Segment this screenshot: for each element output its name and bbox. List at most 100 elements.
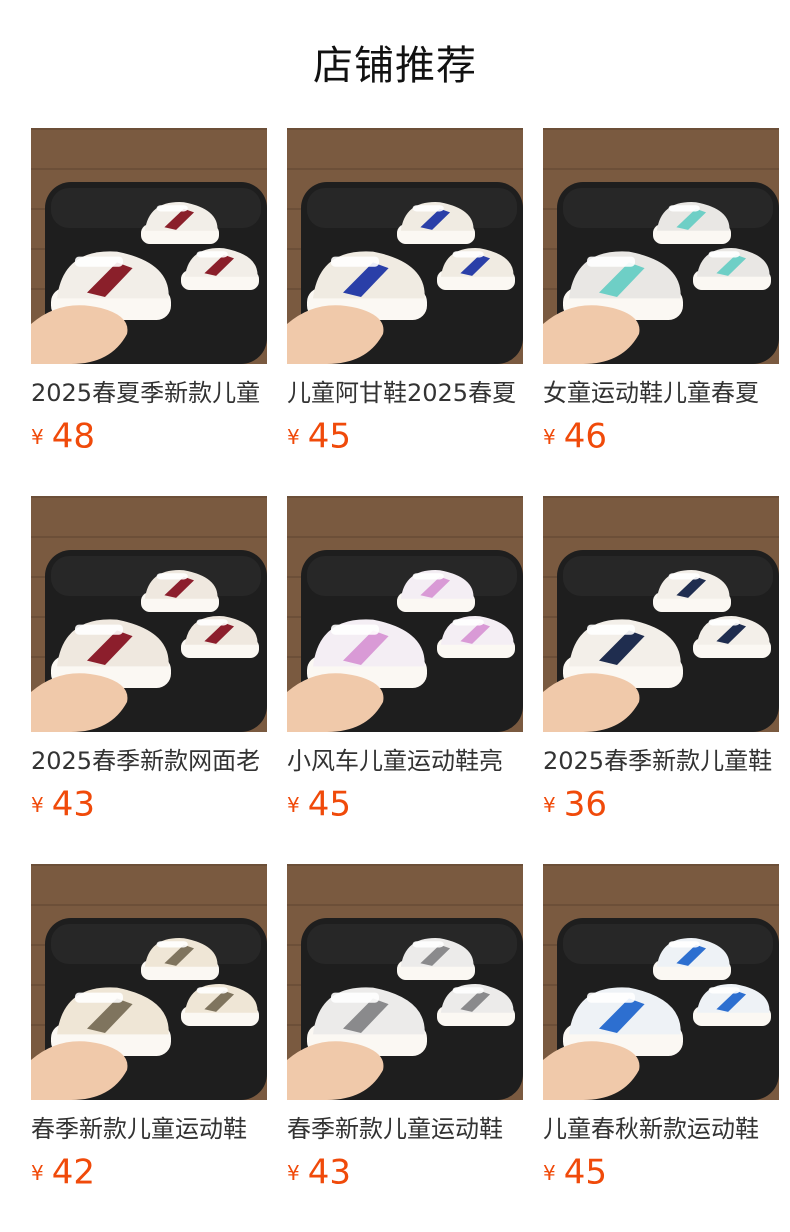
- product-image[interactable]: [543, 864, 779, 1100]
- product-image[interactable]: [31, 128, 267, 364]
- product-title[interactable]: 春季新款儿童运动鞋: [287, 1112, 523, 1146]
- product-card[interactable]: 儿童阿甘鞋2025春夏 ¥45: [287, 128, 523, 496]
- currency-symbol: ¥: [287, 424, 300, 449]
- shoe-strap: [412, 205, 444, 212]
- floor-plank-line: [287, 904, 523, 906]
- product-title[interactable]: 春季新款儿童运动鞋: [31, 1112, 267, 1146]
- floor-plank-line: [287, 496, 523, 498]
- product-image[interactable]: [287, 864, 523, 1100]
- price-value: 45: [307, 784, 351, 825]
- shoe-strap: [331, 992, 379, 1003]
- shoe-strap: [708, 987, 740, 994]
- product-grid: 2025春夏季新款儿童 ¥48 儿童阿甘鞋2025春夏 ¥45 女童运动鞋儿童春…: [31, 128, 779, 1232]
- shoe-strap: [75, 624, 123, 635]
- product-price: ¥45: [287, 784, 523, 825]
- currency-symbol: ¥: [31, 424, 44, 449]
- product-image[interactable]: [543, 496, 779, 732]
- product-title[interactable]: 小风车儿童运动鞋亮: [287, 744, 523, 778]
- currency-symbol: ¥: [287, 792, 300, 817]
- shoe-strap: [331, 624, 379, 635]
- floor-plank-line: [31, 168, 267, 170]
- product-title[interactable]: 儿童阿甘鞋2025春夏: [287, 376, 523, 410]
- price-value: 36: [563, 784, 607, 825]
- product-price: ¥45: [287, 416, 523, 457]
- shoe-strap: [452, 619, 484, 626]
- shoe-photo-silver-grey: [287, 864, 523, 1100]
- shoe-strap: [587, 256, 635, 267]
- product-price: ¥45: [543, 1152, 779, 1193]
- floor-plank-line: [543, 496, 779, 498]
- floor-plank-line: [543, 168, 779, 170]
- shoe-strap: [156, 573, 188, 580]
- floor-plank-line: [287, 536, 523, 538]
- product-price: ¥43: [31, 784, 267, 825]
- shoe-strap: [196, 251, 228, 258]
- product-title[interactable]: 2025春季新款儿童鞋: [543, 744, 779, 778]
- shoe-strap: [331, 256, 379, 267]
- currency-symbol: ¥: [543, 424, 556, 449]
- product-card[interactable]: 2025春季新款网面老 ¥43: [31, 496, 267, 864]
- shoe-photo-burgundy-mesh: [31, 496, 267, 732]
- currency-symbol: ¥: [287, 1160, 300, 1185]
- floor-plank-line: [543, 904, 779, 906]
- product-image[interactable]: [31, 496, 267, 732]
- product-card[interactable]: 春季新款儿童运动鞋 ¥42: [31, 864, 267, 1232]
- product-image[interactable]: [543, 128, 779, 364]
- shoe-strap: [196, 987, 228, 994]
- product-card[interactable]: 2025春夏季新款儿童 ¥48: [31, 128, 267, 496]
- product-title[interactable]: 2025春夏季新款儿童: [31, 376, 267, 410]
- product-card[interactable]: 春季新款儿童运动鞋 ¥43: [287, 864, 523, 1232]
- section-title: 店铺推荐: [313, 43, 477, 89]
- price-value: 45: [563, 1152, 607, 1193]
- product-price: ¥43: [287, 1152, 523, 1193]
- product-card[interactable]: 2025春季新款儿童鞋 ¥36: [543, 496, 779, 864]
- shoe-photo-burgundy-laces: [31, 128, 267, 364]
- product-image[interactable]: [287, 496, 523, 732]
- shoe-photo-blue-cartoon-led: [543, 864, 779, 1100]
- shoe-strap: [452, 251, 484, 258]
- product-price: ¥46: [543, 416, 779, 457]
- price-value: 43: [51, 784, 95, 825]
- shoe-strap: [452, 987, 484, 994]
- shoe-strap: [587, 992, 635, 1003]
- shoe-strap: [668, 205, 700, 212]
- price-value: 48: [51, 416, 95, 457]
- shoe-strap: [156, 941, 188, 948]
- shoe-strap: [668, 573, 700, 580]
- shoe-strap: [708, 619, 740, 626]
- product-title[interactable]: 女童运动鞋儿童春夏: [543, 376, 779, 410]
- floor-plank-line: [543, 536, 779, 538]
- shoe-strap: [668, 941, 700, 948]
- shoe-strap: [156, 205, 188, 212]
- product-price: ¥42: [31, 1152, 267, 1193]
- shoe-strap: [587, 624, 635, 635]
- price-value: 43: [307, 1152, 351, 1193]
- floor-plank-line: [543, 864, 779, 866]
- product-card[interactable]: 女童运动鞋儿童春夏 ¥46: [543, 128, 779, 496]
- currency-symbol: ¥: [31, 792, 44, 817]
- product-card[interactable]: 儿童春秋新款运动鞋 ¥45: [543, 864, 779, 1232]
- product-image[interactable]: [287, 128, 523, 364]
- floor-plank-line: [287, 864, 523, 866]
- currency-symbol: ¥: [543, 1160, 556, 1185]
- product-card[interactable]: 小风车儿童运动鞋亮 ¥45: [287, 496, 523, 864]
- product-title[interactable]: 儿童春秋新款运动鞋: [543, 1112, 779, 1146]
- floor-plank-line: [31, 128, 267, 130]
- shoe-photo-blue-stripe: [287, 128, 523, 364]
- product-price: ¥48: [31, 416, 267, 457]
- shoe-photo-navy-cross: [543, 496, 779, 732]
- price-value: 45: [307, 416, 351, 457]
- product-image[interactable]: [31, 864, 267, 1100]
- floor-plank-line: [31, 496, 267, 498]
- shoe-strap: [75, 256, 123, 267]
- shoe-photo-pink-led: [287, 496, 523, 732]
- shoe-strap: [708, 251, 740, 258]
- floor-plank-line: [31, 536, 267, 538]
- price-value: 42: [51, 1152, 95, 1193]
- product-title[interactable]: 2025春季新款网面老: [31, 744, 267, 778]
- shoe-strap: [412, 573, 444, 580]
- shoe-strap: [196, 619, 228, 626]
- floor-plank-line: [543, 128, 779, 130]
- floor-plank-line: [31, 864, 267, 866]
- floor-plank-line: [287, 168, 523, 170]
